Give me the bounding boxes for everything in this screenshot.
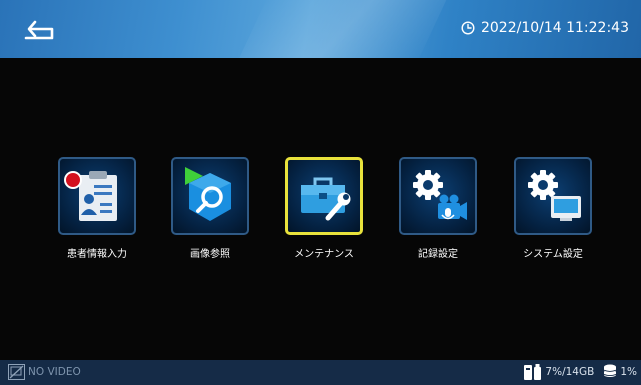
- menu-tile: [58, 157, 136, 235]
- no-video-icon: [8, 364, 25, 380]
- main-menu: 患者情報入力 画像参照 メンテナンス 記録設定 システム設定: [0, 157, 641, 267]
- back-arrow-icon: [24, 20, 54, 40]
- disk-usage-text: 1%: [620, 366, 637, 378]
- image-search-icon: [185, 167, 231, 221]
- recording-settings-icon: [413, 170, 467, 220]
- menu-label: メンテナンス: [294, 249, 354, 260]
- status-bar: NO VIDEO 7%/14GB 1%: [0, 360, 641, 385]
- patient-info-icon: [64, 171, 117, 221]
- menu-item-patient-info[interactable]: 患者情報入力: [47, 157, 147, 267]
- menu-item-system-settings[interactable]: システム設定: [503, 157, 603, 267]
- menu-tile: [171, 157, 249, 235]
- clock-icon: [461, 21, 475, 35]
- menu-label: 画像参照: [190, 249, 230, 260]
- video-status-text: NO VIDEO: [28, 366, 81, 378]
- back-button[interactable]: [18, 12, 62, 48]
- menu-tile: [399, 157, 477, 235]
- menu-label: 記録設定: [418, 249, 458, 260]
- database-icon: [604, 364, 617, 377]
- header-bar: 2022/10/14 11:22:43: [0, 0, 641, 58]
- menu-tile: [514, 157, 592, 235]
- toolbox-icon: [301, 177, 351, 221]
- menu-label: 患者情報入力: [67, 249, 127, 260]
- menu-item-maintenance[interactable]: メンテナンス: [274, 157, 374, 267]
- menu-tile-selected: [285, 157, 363, 235]
- storage-status: 7%/14GB 1%: [524, 364, 637, 380]
- usb-storage-icon: [524, 364, 542, 380]
- datetime-text: 2022/10/14 11:22:43: [480, 20, 629, 36]
- clock-display: 2022/10/14 11:22:43: [461, 20, 629, 36]
- menu-label: システム設定: [523, 249, 583, 260]
- usb-storage-text: 7%/14GB: [545, 366, 595, 378]
- header-sheen: [229, 0, 451, 58]
- menu-item-image-search[interactable]: 画像参照: [160, 157, 260, 267]
- menu-item-recording-settings[interactable]: 記録設定: [388, 157, 488, 267]
- system-settings-icon: [528, 170, 581, 221]
